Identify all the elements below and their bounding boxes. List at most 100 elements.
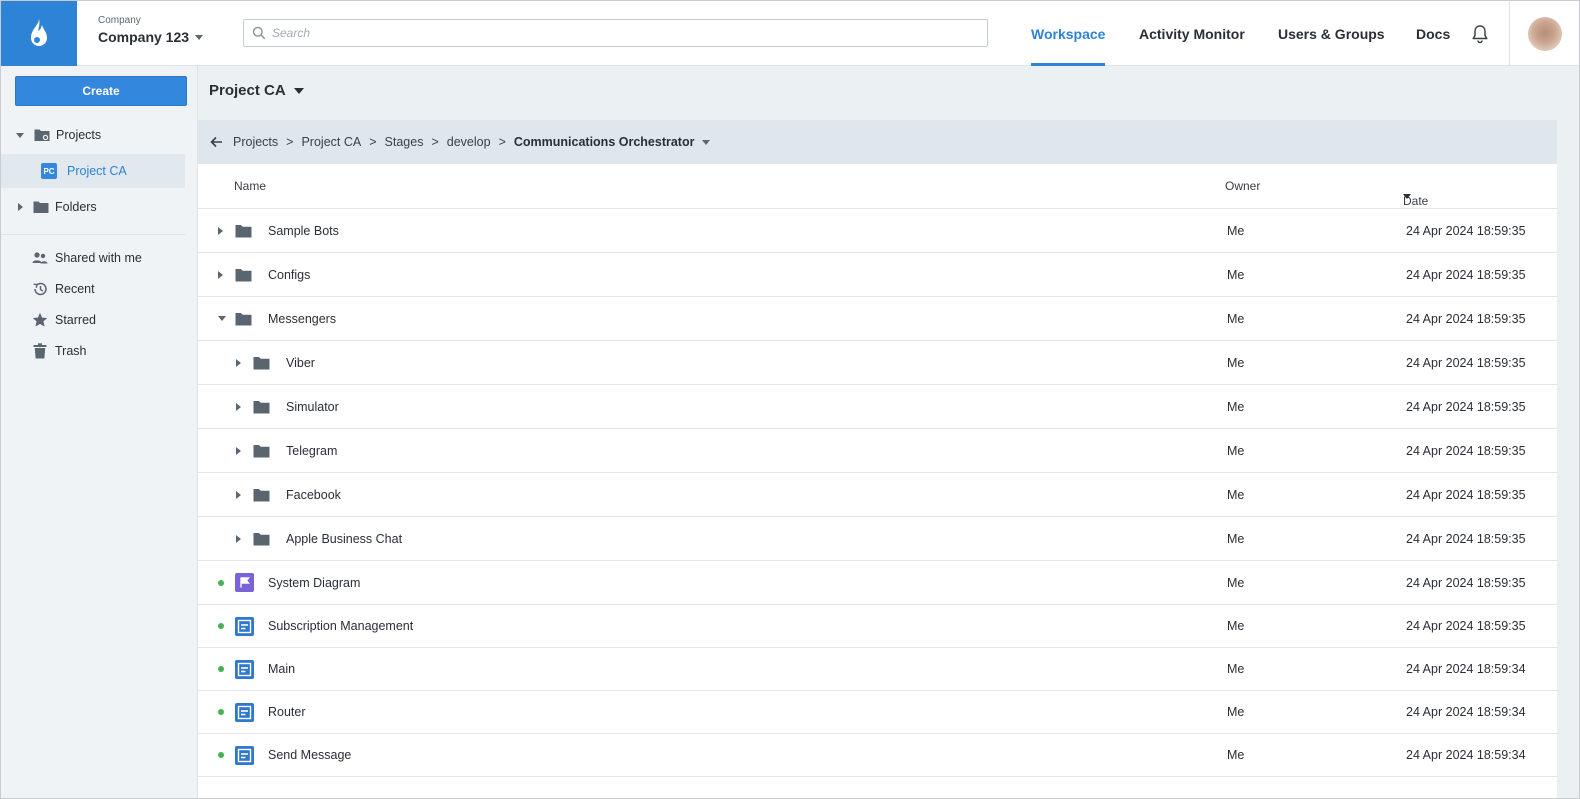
history-icon <box>33 282 47 296</box>
expand-toggle[interactable] <box>236 341 241 384</box>
expand-toggle[interactable] <box>218 253 223 296</box>
back-arrow-icon[interactable] <box>210 136 223 148</box>
row-name[interactable]: Router <box>268 691 306 733</box>
sidebar-item-starred[interactable]: Starred <box>1 304 185 336</box>
status-indicator <box>218 648 224 690</box>
breadcrumb-separator: > <box>431 135 439 149</box>
breadcrumb-develop[interactable]: develop <box>447 135 491 149</box>
row-name[interactable]: Facebook <box>286 473 341 516</box>
shared-users-icon <box>32 252 48 264</box>
flame-logo-icon <box>31 18 47 46</box>
page-title: Project CA <box>209 82 286 99</box>
create-button[interactable]: Create <box>15 76 187 106</box>
table-row[interactable]: Sample Bots Me 24 Apr 2024 18:59:35 <box>198 209 1557 253</box>
row-date: 24 Apr 2024 18:59:34 <box>1406 748 1526 762</box>
row-name[interactable]: Subscription Management <box>268 605 413 647</box>
notifications-button[interactable] <box>1471 24 1489 47</box>
nav-workspace[interactable]: Workspace <box>1031 1 1106 66</box>
breadcrumb-projects[interactable]: Projects <box>233 135 278 149</box>
row-date: 24 Apr 2024 18:59:34 <box>1406 662 1526 676</box>
chevron-down-icon[interactable] <box>218 316 226 321</box>
row-name[interactable]: Telegram <box>286 429 337 472</box>
breadcrumb-stages[interactable]: Stages <box>385 135 424 149</box>
chevron-down-icon[interactable] <box>702 139 711 145</box>
table-row[interactable]: Viber Me 24 Apr 2024 18:59:35 <box>198 341 1557 385</box>
expand-toggle[interactable] <box>236 473 241 516</box>
breadcrumb-project-ca[interactable]: Project CA <box>301 135 361 149</box>
expand-toggle[interactable] <box>236 429 241 472</box>
chevron-right-icon[interactable] <box>236 490 241 499</box>
row-name[interactable]: System Diagram <box>268 561 360 604</box>
table-row[interactable]: Router Me 24 Apr 2024 18:59:34 <box>198 691 1557 734</box>
breadcrumb-separator: > <box>369 135 377 149</box>
app-logo[interactable] <box>1 1 77 66</box>
expand-toggle[interactable] <box>236 385 241 428</box>
company-name-dropdown[interactable]: Company 123 <box>98 29 204 45</box>
chevron-right-icon[interactable] <box>236 534 241 543</box>
folder-icon <box>235 268 252 281</box>
tree-item-project-ca[interactable]: PC Project CA <box>1 154 185 188</box>
row-name[interactable]: Main <box>268 648 295 690</box>
row-icon <box>253 429 270 472</box>
row-date: 24 Apr 2024 18:59:35 <box>1406 531 1526 546</box>
table-row[interactable]: Main Me 24 Apr 2024 18:59:34 <box>198 648 1557 691</box>
chevron-right-icon[interactable] <box>18 203 23 211</box>
column-name-header[interactable]: Name <box>234 179 266 193</box>
nav-docs[interactable]: Docs <box>1416 1 1450 66</box>
row-date: 24 Apr 2024 18:59:35 <box>1406 487 1526 502</box>
chevron-right-icon[interactable] <box>236 446 241 455</box>
row-name[interactable]: Messengers <box>268 297 336 340</box>
expand-toggle[interactable] <box>236 517 241 560</box>
row-name[interactable]: Viber <box>286 341 315 384</box>
table-row[interactable]: Telegram Me 24 Apr 2024 18:59:35 <box>198 429 1557 473</box>
row-date: 24 Apr 2024 18:59:35 <box>1406 443 1526 458</box>
nav-activity-monitor[interactable]: Activity Monitor <box>1139 1 1245 66</box>
row-icon <box>253 517 270 560</box>
main-content: Project CA Projects > Project CA > Stage… <box>198 66 1579 798</box>
table-row[interactable]: Apple Business Chat Me 24 Apr 2024 18:59:3… <box>198 517 1557 561</box>
table-row[interactable]: Subscription Management Me 24 Apr 2024 18:… <box>198 605 1557 648</box>
folder-icon <box>235 312 252 325</box>
project-selector[interactable]: Project CA <box>209 82 304 99</box>
sidebar-item-recent[interactable]: Recent <box>1 273 185 305</box>
table-row[interactable]: Configs Me 24 Apr 2024 18:59:35 <box>198 253 1557 297</box>
row-name[interactable]: Sample Bots <box>268 209 339 252</box>
row-name[interactable]: Send Message <box>268 734 351 776</box>
script-file-icon <box>235 745 254 765</box>
company-switcher[interactable]: Company Company 123 <box>98 15 204 45</box>
chevron-right-icon[interactable] <box>218 270 223 279</box>
search-box[interactable] <box>243 19 988 47</box>
chevron-down-icon[interactable] <box>16 132 24 138</box>
chevron-right-icon[interactable] <box>236 358 241 367</box>
status-indicator <box>218 734 224 776</box>
user-menu[interactable] <box>1509 1 1579 66</box>
table-row[interactable]: Send Message Me 24 Apr 2024 18:59:34 <box>198 734 1557 777</box>
table-row[interactable]: System Diagram Me 24 Apr 2024 18:59:35 <box>198 561 1557 605</box>
table-row[interactable]: Simulator Me 24 Apr 2024 18:59:35 <box>198 385 1557 429</box>
row-date: 24 Apr 2024 18:59:35 <box>1406 575 1526 590</box>
row-name[interactable]: Configs <box>268 253 310 296</box>
row-owner: Me <box>1227 619 1245 633</box>
tree-item-projects[interactable]: Projects <box>1 118 185 152</box>
expand-toggle[interactable] <box>218 297 226 340</box>
breadcrumb-current[interactable]: Communications Orchestrator <box>514 135 695 149</box>
table-header: Name Owner Date <box>198 164 1557 209</box>
row-icon <box>235 605 254 647</box>
tree-item-folders[interactable]: Folders <box>1 190 185 224</box>
expand-toggle[interactable] <box>218 209 223 252</box>
sidebar-item-shared[interactable]: Shared with me <box>1 242 185 274</box>
avatar[interactable] <box>1527 16 1562 51</box>
search-input[interactable] <box>272 26 962 40</box>
chevron-right-icon[interactable] <box>236 402 241 411</box>
sidebar-item-trash[interactable]: Trash <box>1 335 185 367</box>
row-name[interactable]: Simulator <box>286 385 339 428</box>
row-name[interactable]: Apple Business Chat <box>286 517 402 560</box>
nav-users-groups[interactable]: Users & Groups <box>1278 1 1385 66</box>
table-row[interactable]: Facebook Me 24 Apr 2024 18:59:35 <box>198 473 1557 517</box>
row-date: 24 Apr 2024 18:59:35 <box>1406 399 1526 414</box>
column-owner-header[interactable]: Owner <box>1225 179 1260 193</box>
chevron-down-icon <box>293 87 304 94</box>
chevron-right-icon[interactable] <box>218 226 223 235</box>
table-row[interactable]: Messengers Me 24 Apr 2024 18:59:35 <box>198 297 1557 341</box>
project-badge-icon: PC <box>41 163 57 179</box>
